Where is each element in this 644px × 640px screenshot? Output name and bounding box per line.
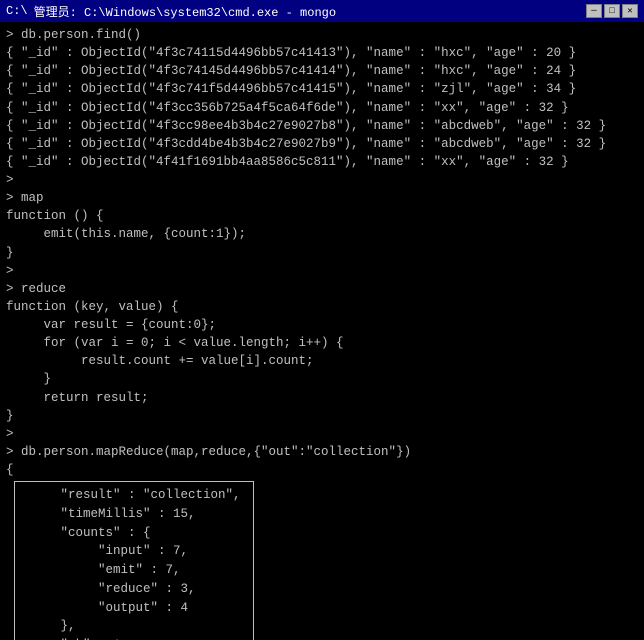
titlebar-controls[interactable]: ─ □ ✕	[586, 4, 638, 18]
minimize-button[interactable]: ─	[586, 4, 602, 18]
terminal-line: function (key, value) {	[6, 298, 638, 316]
result-line: "reduce" : 3,	[23, 580, 245, 599]
titlebar-left: C:\ 管理员: C:\Windows\system32\cmd.exe - m…	[6, 3, 336, 20]
result-line: "emit" : 7,	[23, 561, 245, 580]
terminal-line: {	[6, 461, 638, 479]
terminal-line: }	[6, 244, 638, 262]
terminal-line: >	[6, 425, 638, 443]
result-box: "result" : "collection", "timeMillis" : …	[14, 481, 254, 640]
terminal-line: { "_id" : ObjectId("4f3cdd4be4b3b4c27e90…	[6, 135, 638, 153]
maximize-button[interactable]: □	[604, 4, 620, 18]
terminal-line: var result = {count:0};	[6, 316, 638, 334]
terminal-line: { "_id" : ObjectId("4f3c74115d4496bb57c4…	[6, 44, 638, 62]
lines-container: > db.person.find(){ "_id" : ObjectId("4f…	[6, 26, 638, 479]
result-line: "result" : "collection",	[23, 486, 245, 505]
result-line: "timeMillis" : 15,	[23, 505, 245, 524]
result-section: "result" : "collection", "timeMillis" : …	[6, 479, 638, 640]
terminal-line: emit(this.name, {count:1});	[6, 225, 638, 243]
result-line: "counts" : {	[23, 524, 245, 543]
cmd-icon: C:\	[6, 4, 28, 18]
titlebar: C:\ 管理员: C:\Windows\system32\cmd.exe - m…	[0, 0, 644, 22]
terminal-line: { "_id" : ObjectId("4f3cc356b725a4f5ca64…	[6, 99, 638, 117]
terminal-line: function () {	[6, 207, 638, 225]
terminal-line: >	[6, 171, 638, 189]
terminal-line: > map	[6, 189, 638, 207]
close-button[interactable]: ✕	[622, 4, 638, 18]
result-line: },	[23, 617, 245, 636]
terminal-line: }	[6, 407, 638, 425]
terminal-line: > db.person.mapReduce(map,reduce,{"out":…	[6, 443, 638, 461]
terminal-line: for (var i = 0; i < value.length; i++) {	[6, 334, 638, 352]
terminal-line: { "_id" : ObjectId("4f3c741f5d4496bb57c4…	[6, 80, 638, 98]
terminal-line: > db.person.find()	[6, 26, 638, 44]
result-line: "output" : 4	[23, 599, 245, 618]
cmd-window: C:\ 管理员: C:\Windows\system32\cmd.exe - m…	[0, 0, 644, 640]
terminal-line: }	[6, 370, 638, 388]
result-line: "input" : 7,	[23, 542, 245, 561]
terminal-line: > reduce	[6, 280, 638, 298]
result-line: "ok" : 1,	[23, 636, 245, 640]
terminal-line: result.count += value[i].count;	[6, 352, 638, 370]
terminal-line: return result;	[6, 389, 638, 407]
terminal-line: { "_id" : ObjectId("4f41f1691bb4aa8586c5…	[6, 153, 638, 171]
terminal-line: >	[6, 262, 638, 280]
terminal-content: > db.person.find(){ "_id" : ObjectId("4f…	[0, 22, 644, 640]
terminal-line: { "_id" : ObjectId("4f3cc98ee4b3b4c27e90…	[6, 117, 638, 135]
titlebar-title: 管理员: C:\Windows\system32\cmd.exe - mongo	[34, 3, 336, 20]
terminal-line: { "_id" : ObjectId("4f3c74145d4496bb57c4…	[6, 62, 638, 80]
